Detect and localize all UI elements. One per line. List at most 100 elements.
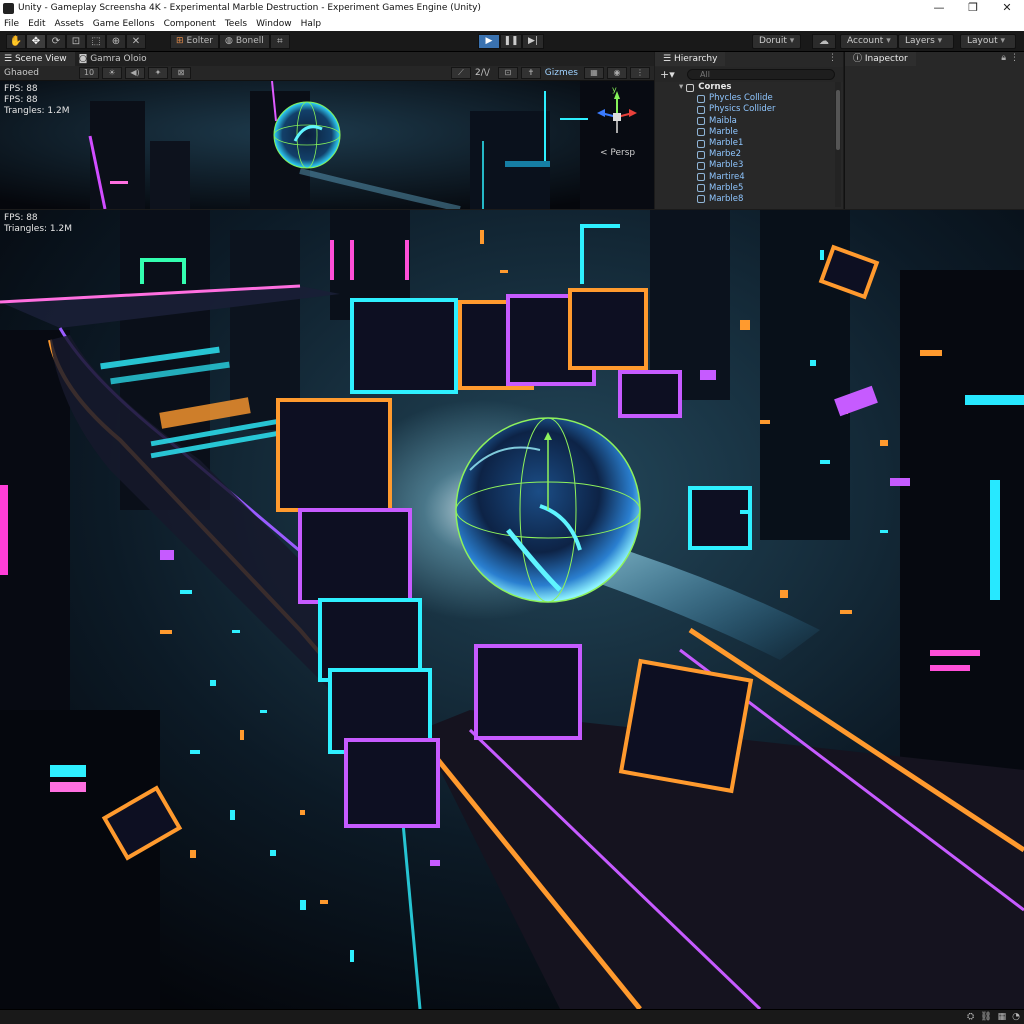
scene-fps-1: FPS: 88	[4, 84, 38, 94]
scene-triangles: Trangles: 1.2M	[4, 106, 70, 116]
hierarchy-item[interactable]: Phycles Collide	[655, 93, 835, 104]
scrollbar-thumb[interactable]	[836, 90, 840, 150]
move-tool-icon[interactable]: ✥	[26, 34, 46, 49]
search-scene-icon[interactable]: ◉	[607, 67, 627, 79]
hand-tool-icon[interactable]: ✋	[6, 34, 26, 49]
gameobject-icon	[697, 195, 705, 204]
gameobject-icon	[697, 173, 705, 182]
gameobject-icon	[697, 94, 705, 103]
lighting-icon[interactable]: ☀	[101, 67, 122, 79]
scene-toolbar: Ghaoed 10 ☀ ◀) ✦ ⊠ ⟋ 2/\/ ⊡ ✝ Gizmes ▦ ◉…	[0, 66, 654, 81]
hierarchy-item[interactable]: Marble8	[655, 194, 835, 205]
game-triangles: Triangles: 1.2M	[4, 224, 73, 234]
hierarchy-scene-root[interactable]: ▾ Cornes	[655, 82, 835, 93]
cache-server-icon[interactable]: ▦	[998, 1012, 1007, 1022]
hierarchy-item[interactable]: Marble3	[655, 160, 835, 171]
hierarchy-item[interactable]: Marble1	[655, 138, 835, 149]
persp-label[interactable]: < Persp	[600, 148, 635, 159]
rotate-tool-icon[interactable]: ⟳	[46, 34, 66, 49]
tab-hierarchy[interactable]: ☰ Hierarchy	[655, 52, 726, 66]
window-title: Unity - Gameplay Screensha 4K - Experime…	[18, 3, 481, 13]
inspector-menu-icon[interactable]: ⋮	[1010, 53, 1019, 63]
hierarchy-item[interactable]: Maibla	[655, 116, 835, 127]
gameobject-icon	[697, 184, 705, 193]
scale-tool-icon[interactable]: ⊡	[66, 34, 86, 49]
lock-icon[interactable]: 🔒︎	[1001, 53, 1006, 63]
global-toggle[interactable]: ◍ Bonell	[219, 34, 270, 49]
menu-assets[interactable]: Assets	[55, 19, 84, 29]
gizmo-options-icon[interactable]: ▦	[584, 67, 604, 79]
camera-icon[interactable]: ⊡	[497, 67, 518, 79]
inspector-icon: ⓘ	[853, 54, 865, 64]
collab-dropdown[interactable]: Doruit	[752, 34, 802, 49]
scene-menu-icon[interactable]: ⋮	[630, 67, 650, 79]
menu-window[interactable]: Window	[256, 19, 292, 29]
hierarchy-item[interactable]: Physics Collider	[655, 104, 835, 115]
hierarchy-item[interactable]: Marble5	[655, 183, 835, 194]
mode-2d-toggle[interactable]: 10	[78, 67, 99, 79]
scene-stats: FPS: 88 FPS: 88 Trangles: 1.2M	[4, 84, 70, 117]
snap-icon[interactable]: ⌗	[269, 34, 290, 49]
hidden-objects-icon[interactable]: ⊠	[170, 67, 191, 79]
menu-gameobject[interactable]: Game Eellons	[93, 19, 155, 29]
effects-icon[interactable]: ✦	[147, 67, 168, 79]
tab-game[interactable]: ◙ Gamra Oloio	[75, 52, 155, 66]
status-icons: ⛭ ⛓ ▦ ◔	[961, 1012, 1020, 1022]
gameobject-icon	[697, 128, 705, 137]
menu-edit[interactable]: Edit	[28, 19, 45, 29]
mode-2d-label[interactable]: 2/\/	[475, 68, 490, 78]
hierarchy-menu-icon[interactable]: ⋮	[828, 53, 837, 63]
hierarchy-search-input[interactable]: All	[687, 69, 835, 80]
menu-help[interactable]: Halp	[301, 19, 322, 29]
hierarchy-item[interactable]: Martire4	[655, 172, 835, 183]
hierarchy-icon: ☰	[663, 54, 674, 64]
grid-icon[interactable]: ✝	[520, 67, 541, 79]
scene-viewport[interactable]: FPS: 88 FPS: 88 Trangles: 1.2M y < Persp	[0, 81, 654, 209]
add-object-icon[interactable]: +▾	[660, 68, 675, 81]
hierarchy-list: ▾ Cornes Phycles Collide Physics Collide…	[655, 82, 835, 209]
transform-tool-icon[interactable]: ⊕	[106, 34, 126, 49]
scene-unity-icon	[686, 83, 695, 92]
draw-mode-icon[interactable]: ⟋	[450, 67, 471, 79]
status-bar: ⛭ ⛓ ▦ ◔	[0, 1009, 1024, 1024]
hierarchy-panel: ☰ Hierarchy ⋮ +▾ All ▾ Cornes Phycles Co…	[655, 52, 843, 209]
rect-tool-icon[interactable]: ⬚	[86, 34, 106, 49]
game-viewport[interactable]: FPS: 88 Triangles: 1.2M	[0, 210, 1024, 1009]
hierarchy-item[interactable]: Marbe2	[655, 149, 835, 160]
auto-refresh-icon[interactable]: ◔	[1012, 1012, 1020, 1022]
audio-icon[interactable]: ◀)	[124, 67, 145, 79]
gameobject-icon	[697, 161, 705, 170]
game-stats: FPS: 88 Triangles: 1.2M	[4, 213, 72, 235]
layers-dropdown[interactable]: Layers	[898, 34, 954, 49]
pivot-toggle[interactable]: ⊞ Eolter	[170, 34, 220, 49]
menu-component[interactable]: Component	[164, 19, 216, 29]
gizmos-dropdown[interactable]: Gizmes	[545, 68, 578, 78]
scene-icon: ☰	[4, 54, 15, 64]
cloud-icon[interactable]: ☁	[812, 34, 836, 49]
layout-dropdown[interactable]: Layout	[960, 34, 1016, 49]
hierarchy-item[interactable]: Marble	[655, 127, 835, 138]
menu-tools[interactable]: Teels	[225, 19, 247, 29]
account-dropdown[interactable]: Account	[840, 34, 898, 49]
gameobject-icon	[697, 150, 705, 159]
progress-icon[interactable]: ⛭	[967, 1012, 974, 1022]
maximize-icon[interactable]: ❐	[956, 0, 990, 16]
tab-inspector[interactable]: ⓘ Inapector	[845, 52, 916, 66]
pause-button[interactable]: ❚❚	[500, 34, 522, 49]
network-icon[interactable]: ⛓	[980, 1012, 991, 1022]
main-toolbar: ✋ ✥ ⟳ ⊡ ⬚ ⊕ ✕ ⊞ Eolter ◍ Bonell ⌗ ▶ ❚❚ ▶| …	[0, 31, 1024, 52]
gizmo-axis-y-label: y	[612, 85, 617, 94]
menu-file[interactable]: File	[4, 19, 19, 29]
game-fps: FPS: 88	[4, 213, 38, 223]
scene-tab-row: ☰ Scene View ◙ Gamra Oloio	[0, 52, 654, 66]
layers-group: Layers	[898, 34, 954, 49]
minimize-icon[interactable]: —	[922, 0, 956, 16]
play-button[interactable]: ▶	[478, 34, 500, 49]
custom-tool-icon[interactable]: ✕	[126, 34, 146, 49]
close-icon[interactable]: ✕	[990, 0, 1024, 16]
gameobject-icon	[697, 105, 705, 114]
shading-mode-dropdown[interactable]: Ghaoed	[4, 68, 39, 78]
hierarchy-scrollbar[interactable]	[835, 82, 841, 207]
tab-scene[interactable]: ☰ Scene View	[0, 52, 75, 66]
step-button[interactable]: ▶|	[522, 34, 544, 49]
